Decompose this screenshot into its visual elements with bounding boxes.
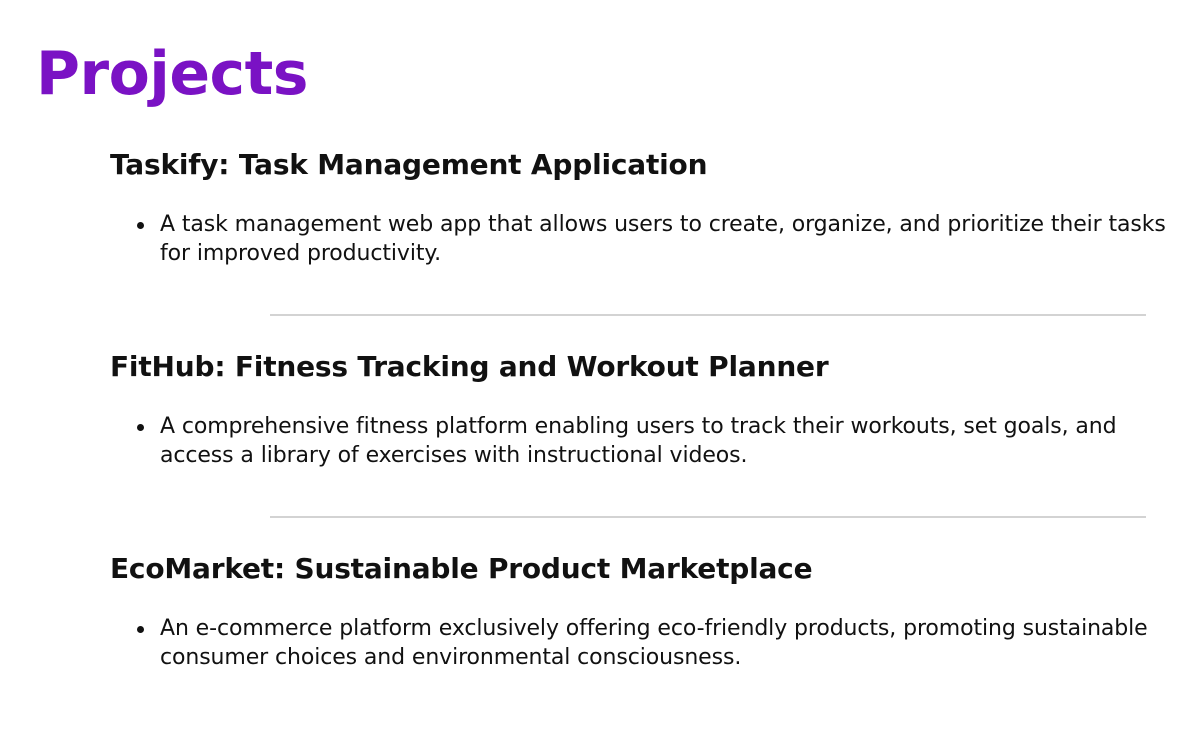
- project-description-list: A task management web app that allows us…: [110, 210, 1190, 268]
- divider: [270, 314, 1146, 316]
- project-description-text: A comprehensive fitness platform enablin…: [160, 414, 1117, 468]
- project-description-list: A comprehensive fitness platform enablin…: [110, 412, 1190, 470]
- project-description-text: A task management web app that allows us…: [160, 212, 1166, 266]
- project-title: EcoMarket: Sustainable Product Marketpla…: [110, 552, 813, 585]
- project-description: A comprehensive fitness platform enablin…: [137, 412, 1190, 470]
- project-item: FitHub: Fitness Tracking and Workout Pla…: [110, 347, 1190, 470]
- project-title: FitHub: Fitness Tracking and Workout Pla…: [110, 350, 829, 383]
- project-description-list: An e-commerce platform exclusively offer…: [110, 614, 1190, 672]
- project-description: A task management web app that allows us…: [137, 210, 1190, 268]
- project-title: Taskify: Task Management Application: [110, 148, 708, 181]
- projects-section: Taskify: Task Management Application A t…: [110, 145, 1190, 672]
- project-description-text: An e-commerce platform exclusively offer…: [160, 616, 1148, 670]
- bullet-icon: [137, 626, 144, 633]
- page-title: Projects: [36, 39, 309, 109]
- project-item: Taskify: Task Management Application A t…: [110, 145, 1190, 268]
- project-item: EcoMarket: Sustainable Product Marketpla…: [110, 549, 1190, 672]
- project-description: An e-commerce platform exclusively offer…: [137, 614, 1190, 672]
- bullet-icon: [137, 222, 144, 229]
- bullet-icon: [137, 424, 144, 431]
- divider: [270, 516, 1146, 518]
